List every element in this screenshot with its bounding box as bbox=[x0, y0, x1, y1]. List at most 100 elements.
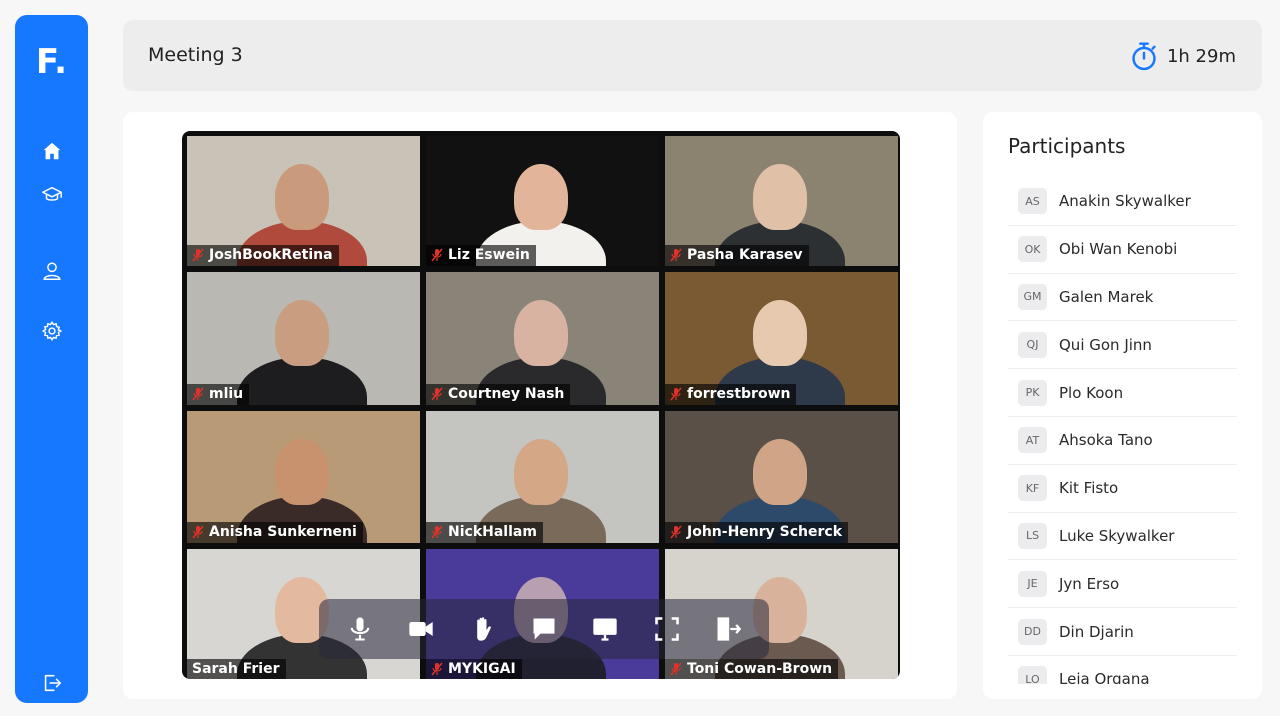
leave-button[interactable] bbox=[708, 609, 748, 649]
avatar: AT bbox=[1018, 427, 1047, 454]
participant-head bbox=[514, 300, 568, 366]
hand-icon bbox=[476, 617, 491, 641]
video-tile-label: Toni Cowan-Brown bbox=[665, 659, 839, 679]
participant-list-name: Ahsoka Tano bbox=[1059, 431, 1153, 450]
muted-mic-icon bbox=[670, 525, 682, 539]
video-camera-icon bbox=[409, 622, 433, 636]
muted-mic-icon bbox=[670, 387, 682, 401]
timer-value: 1h 29m bbox=[1166, 45, 1236, 67]
gear-icon bbox=[41, 320, 62, 342]
logout-button[interactable] bbox=[15, 663, 88, 703]
chat-button[interactable] bbox=[524, 609, 564, 649]
participant-list-item[interactable]: PK Plo Koon bbox=[1008, 369, 1237, 417]
participant-head bbox=[753, 300, 807, 366]
participant-list-item[interactable]: JE Jyn Erso bbox=[1008, 560, 1237, 609]
participant-list-name: Anakin Skywalker bbox=[1059, 192, 1191, 211]
participant-list-item[interactable]: KF Kit Fisto bbox=[1008, 465, 1237, 513]
participant-list-item[interactable]: DD Din Djarin bbox=[1008, 608, 1237, 656]
participant-list-item[interactable]: AS Anakin Skywalker bbox=[1008, 178, 1237, 226]
nav-courses-button[interactable] bbox=[15, 175, 88, 215]
chat-icon bbox=[533, 618, 555, 640]
participant-name: Courtney Nash bbox=[448, 386, 565, 402]
video-tile[interactable]: John-Henry Scherck bbox=[665, 411, 898, 543]
participant-name: Toni Cowan-Brown bbox=[687, 661, 833, 677]
participant-list-name: Obi Wan Kenobi bbox=[1059, 240, 1178, 259]
nav-profile-button[interactable] bbox=[15, 251, 88, 291]
video-tile[interactable]: NickHallam bbox=[426, 411, 659, 543]
video-tile-label: forrestbrown bbox=[665, 384, 797, 405]
nav-home-button[interactable] bbox=[15, 131, 88, 171]
muted-mic-icon bbox=[670, 248, 682, 262]
logout-icon bbox=[44, 674, 61, 692]
participant-list-item[interactable]: GM Galen Marek bbox=[1008, 274, 1237, 322]
participant-head bbox=[514, 439, 568, 505]
microphone-icon bbox=[350, 617, 369, 641]
participant-head bbox=[275, 300, 329, 366]
mic-button[interactable] bbox=[340, 609, 380, 649]
nav-settings-button[interactable] bbox=[15, 311, 88, 351]
participant-name: John-Henry Scherck bbox=[687, 524, 843, 540]
participants-title: Participants bbox=[1008, 134, 1126, 158]
participant-list-name: Din Djarin bbox=[1059, 622, 1134, 641]
muted-mic-icon bbox=[431, 662, 443, 676]
muted-mic-icon bbox=[192, 248, 204, 262]
home-icon bbox=[43, 142, 60, 160]
participant-name: Liz Eswein bbox=[448, 247, 530, 263]
participant-head bbox=[275, 164, 329, 230]
muted-mic-icon bbox=[192, 525, 204, 539]
sidebar: F. bbox=[15, 15, 88, 703]
raise-hand-button[interactable] bbox=[463, 609, 503, 649]
app-logo[interactable]: F. bbox=[15, 45, 88, 79]
video-tile-label: mliu bbox=[187, 384, 250, 405]
participant-head bbox=[514, 164, 568, 230]
meeting-timer: 1h 29m bbox=[1129, 40, 1236, 72]
participant-name: MYKIGAI bbox=[448, 661, 516, 677]
exit-icon bbox=[717, 617, 742, 641]
participant-name: Anisha Sunkerneni bbox=[209, 524, 357, 540]
video-tile[interactable]: Anisha Sunkerneni bbox=[187, 411, 420, 543]
participants-list[interactable]: AS Anakin Skywalker OK Obi Wan Kenobi GM Gale… bbox=[1008, 178, 1237, 684]
muted-mic-icon bbox=[431, 525, 443, 539]
participant-list-name: Kit Fisto bbox=[1059, 479, 1119, 498]
avatar: LO bbox=[1018, 666, 1047, 684]
fullscreen-button[interactable] bbox=[647, 609, 687, 649]
participant-list-name: Qui Gon Jinn bbox=[1059, 335, 1152, 354]
muted-mic-icon bbox=[192, 387, 204, 401]
participant-list-item[interactable]: AT Ahsoka Tano bbox=[1008, 417, 1237, 465]
user-icon bbox=[42, 262, 61, 280]
video-tile[interactable]: Liz Eswein bbox=[426, 136, 659, 266]
participant-list-item[interactable]: OK Obi Wan Kenobi bbox=[1008, 226, 1237, 274]
video-tile-label: John-Henry Scherck bbox=[665, 522, 849, 543]
participant-name: Sarah Frier bbox=[192, 661, 280, 677]
meeting-title: Meeting 3 bbox=[148, 44, 243, 66]
participant-list-item[interactable]: LS Luke Skywalker bbox=[1008, 513, 1237, 561]
video-tile[interactable]: Pasha Karasev bbox=[665, 136, 898, 266]
participant-name: Pasha Karasev bbox=[687, 247, 803, 263]
video-tile[interactable]: JoshBookRetina bbox=[187, 136, 420, 266]
participant-head bbox=[753, 439, 807, 505]
participant-list-name: Plo Koon bbox=[1059, 383, 1124, 402]
camera-button[interactable] bbox=[401, 609, 441, 649]
video-tile-label: Anisha Sunkerneni bbox=[187, 522, 363, 543]
participant-list-name: Galen Marek bbox=[1059, 287, 1154, 306]
avatar: GM bbox=[1018, 283, 1047, 310]
avatar: QJ bbox=[1018, 331, 1047, 358]
participant-list-item[interactable]: LO Leia Organa bbox=[1008, 656, 1237, 684]
video-tile[interactable]: mliu bbox=[187, 272, 420, 405]
participant-name: forrestbrown bbox=[687, 386, 791, 402]
participant-list-item[interactable]: QJ Qui Gon Jinn bbox=[1008, 321, 1237, 370]
share-screen-button[interactable] bbox=[585, 609, 625, 649]
participant-head bbox=[275, 439, 329, 505]
video-tile-label: Liz Eswein bbox=[426, 245, 536, 266]
participant-list-name: Leia Organa bbox=[1059, 670, 1150, 684]
avatar: KF bbox=[1018, 475, 1047, 502]
video-tile[interactable]: forrestbrown bbox=[665, 272, 898, 405]
participant-head bbox=[753, 164, 807, 230]
video-tile-label: MYKIGAI bbox=[426, 659, 522, 679]
avatar: AS bbox=[1018, 188, 1047, 215]
muted-mic-icon bbox=[431, 248, 443, 262]
participant-name: JoshBookRetina bbox=[209, 247, 333, 263]
graduation-cap-icon bbox=[41, 186, 62, 201]
video-tile[interactable]: Courtney Nash bbox=[426, 272, 659, 405]
fullscreen-icon bbox=[655, 617, 679, 641]
